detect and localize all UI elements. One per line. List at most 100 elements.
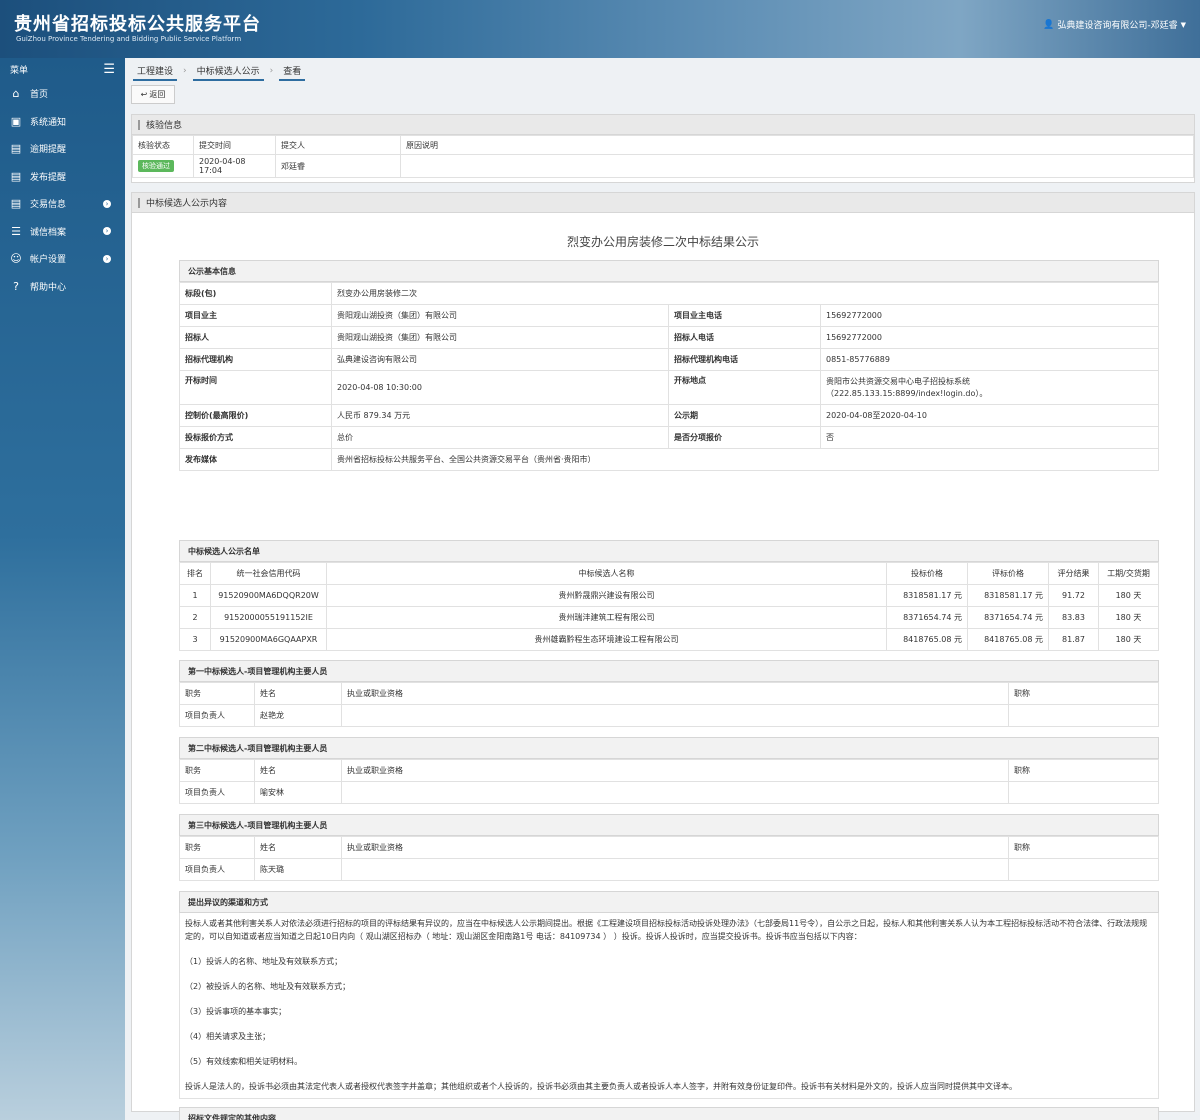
breadcrumb-item[interactable]: 工程建设	[133, 62, 178, 81]
breadcrumb-item[interactable]: 查看	[279, 62, 306, 81]
score-cell: 83.83	[1048, 606, 1099, 629]
paragraph: （1）投诉人的名称、地址及有效联系方式；	[185, 957, 343, 966]
help-icon: ?	[13, 279, 19, 293]
field-label: 标段(包)	[179, 282, 332, 305]
field-label: 招标代理机构电话	[668, 348, 821, 371]
basic-info-table: 标段(包) 烈变办公用房装修二次 项目业主 贵阳观山湖投资（集团）有限公司 项目…	[179, 282, 1159, 471]
column-header: 中标候选人名称	[326, 562, 887, 585]
back-label: 返回	[149, 90, 166, 99]
sidebar-item-help[interactable]: ? 帮助中心	[0, 273, 125, 301]
verify-panel: 核验信息 核验状态 提交时间 提交人 原因说明 核验通过 2020-04-08 …	[131, 114, 1195, 183]
field-label: 开标地点	[668, 370, 821, 405]
field-value-multiline: 贵阳市公共资源交易中心电子招投标系统 （222.85.133.15:8899/i…	[820, 370, 1159, 405]
role-cell: 项目负责人	[179, 704, 255, 727]
eval-price-cell: 8371654.74 元	[967, 606, 1049, 629]
field-label: 发布媒体	[179, 448, 332, 471]
code-cell: 91520900MA6GQAAPXR	[210, 628, 327, 651]
sidebar-item-overdue[interactable]: ▤ 逾期提醒	[0, 135, 125, 163]
table-row: 项目负责人 陈天璐	[179, 858, 1159, 881]
field-value: 2020-04-08 10:30:00	[331, 370, 669, 405]
name-cell: 赵艳龙	[254, 704, 342, 727]
column-header: 排名	[179, 562, 211, 585]
user-menu[interactable]: 👤 弘典建设咨询有限公司-邓廷睿 ▼	[1043, 18, 1186, 32]
field-value: 否	[820, 426, 1159, 449]
breadcrumb-separator: ›	[183, 66, 187, 76]
table-row: 项目负责人 赵艳龙	[179, 704, 1159, 727]
folder-icon: ▤	[10, 142, 22, 156]
sidebar-item-label: 帐户设置	[30, 255, 67, 266]
candidates-section: 中标候选人公示名单 排名 统一社会信用代码 中标候选人名称 投标价格 评标价格 …	[179, 540, 1159, 651]
field-value: 贵阳市公共资源交易中心电子招投标系统	[826, 376, 970, 386]
eval-price-cell: 8318581.17 元	[967, 584, 1049, 607]
field-value: 贵阳观山湖投资（集团）有限公司	[331, 326, 669, 349]
period-cell: 180 天	[1098, 606, 1159, 629]
code-cell: 91520900MA6DQQR20W	[210, 584, 327, 607]
verify-table: 核验状态 提交时间 提交人 原因说明 核验通过 2020-04-08 17:04…	[132, 135, 1194, 178]
role-cell: 项目负责人	[179, 858, 255, 881]
panel-header: 中标候选人公示内容	[132, 193, 1194, 213]
column-header: 投标价格	[886, 562, 968, 585]
hamburger-icon[interactable]: ☰	[103, 62, 115, 77]
objection-text: 投标人或者其他利害关系人对依法必须进行招标的项目的评标结果有异议的，应当在中标候…	[179, 913, 1159, 1099]
verify-status-cell: 核验通过	[132, 154, 194, 178]
back-button[interactable]: ↩ 返回	[131, 85, 175, 104]
section-title: 第三中标候选人-项目管理机构主要人员	[179, 814, 1159, 836]
verify-reason	[400, 154, 1194, 178]
section-title: 第一中标候选人-项目管理机构主要人员	[179, 660, 1159, 682]
column-header: 提交时间	[193, 135, 276, 155]
field-value: 贵州省招标投标公共服务平台、全国公共资源交易平台（贵州省·贵阳市）	[331, 448, 1159, 471]
name-cell: 贵州瑞沣建筑工程有限公司	[326, 606, 887, 629]
column-header: 姓名	[254, 682, 342, 705]
sidebar-item-account[interactable]: ☺ 帐户设置 ›	[0, 245, 125, 273]
field-value: 0851-85776889	[820, 348, 1159, 371]
sidebar: 菜单 ☰ ⌂ 首页 ▣ 系统通知 ▤ 逾期提醒 ▤ 发布提醒 ▤ 交易信息 › …	[0, 58, 125, 1120]
field-value: 弘典建设咨询有限公司	[331, 348, 669, 371]
score-cell: 81.87	[1048, 628, 1099, 651]
sidebar-item-home[interactable]: ⌂ 首页	[0, 80, 125, 108]
field-value: 2020-04-08至2020-04-10	[820, 404, 1159, 427]
sidebar-item-label: 诚信档案	[30, 227, 67, 238]
qualification-cell	[341, 858, 1009, 881]
menu-label: 菜单	[10, 65, 29, 76]
back-icon: ↩	[140, 90, 148, 99]
user-icon: ☺	[10, 252, 22, 266]
paragraph: 投诉人是法人的，投诉书必须由其法定代表人或者授权代表签字并盖章；其他组织或者个人…	[185, 1082, 1017, 1091]
field-value: 15692772000	[820, 304, 1159, 327]
field-value: （222.85.133.15:8899/index!login.do）。	[826, 388, 988, 398]
field-value: 贵阳观山湖投资（集团）有限公司	[331, 304, 669, 327]
panel-title: 核验信息	[146, 121, 183, 131]
header-bar	[138, 197, 140, 208]
list-icon: ☰	[11, 224, 21, 238]
sidebar-item-notices[interactable]: ▣ 系统通知	[0, 108, 125, 136]
paragraph: （3）投诉事项的基本事实；	[185, 1007, 287, 1016]
sidebar-item-label: 帮助中心	[30, 282, 67, 293]
breadcrumb-item[interactable]: 中标候选人公示	[192, 62, 264, 81]
section-title: 中标候选人公示名单	[179, 540, 1159, 562]
name-cell: 陈天璐	[254, 858, 342, 881]
column-header: 评分结果	[1048, 562, 1099, 585]
period-cell: 180 天	[1098, 584, 1159, 607]
column-header: 职称	[1008, 682, 1159, 705]
table-row: 项目负责人 喻安林	[179, 781, 1159, 804]
title-cell	[1008, 704, 1159, 727]
field-label: 招标人电话	[668, 326, 821, 349]
sidebar-item-label: 发布提醒	[30, 172, 67, 183]
other-section: 招标文件规定的其他内容 /	[179, 1107, 1159, 1120]
column-header: 核验状态	[132, 135, 194, 155]
site-subtitle: GuiZhou Province Tendering and Bidding P…	[16, 35, 242, 43]
name-cell: 贵州黔晟鼎兴建设有限公司	[326, 584, 887, 607]
sidebar-header: 菜单 ☰	[0, 58, 125, 80]
sidebar-item-credit[interactable]: ☰ 诚信档案 ›	[0, 218, 125, 246]
field-label: 招标代理机构	[179, 348, 332, 371]
table-row: 1 91520900MA6DQQR20W 贵州黔晟鼎兴建设有限公司 831858…	[179, 584, 1159, 607]
section-title: 提出异议的渠道和方式	[179, 891, 1159, 913]
paragraph: （5）有效线索和相关证明材料。	[185, 1057, 303, 1066]
column-header: 执业或职业资格	[341, 682, 1009, 705]
rank-cell: 1	[179, 584, 211, 607]
manager-section-3: 第三中标候选人-项目管理机构主要人员 职务 姓名 执业或职业资格 职称 项目负责…	[179, 814, 1159, 881]
manager-section-1: 第一中标候选人-项目管理机构主要人员 职务 姓名 执业或职业资格 职称 项目负责…	[179, 660, 1159, 727]
sidebar-item-trade[interactable]: ▤ 交易信息 ›	[0, 190, 125, 218]
column-header: 统一社会信用代码	[210, 562, 327, 585]
sidebar-item-publish[interactable]: ▤ 发布提醒	[0, 163, 125, 191]
paragraph: 投标人或者其他利害关系人对依法必须进行招标的项目的评标结果有异议的，应当在中标候…	[185, 919, 1148, 941]
